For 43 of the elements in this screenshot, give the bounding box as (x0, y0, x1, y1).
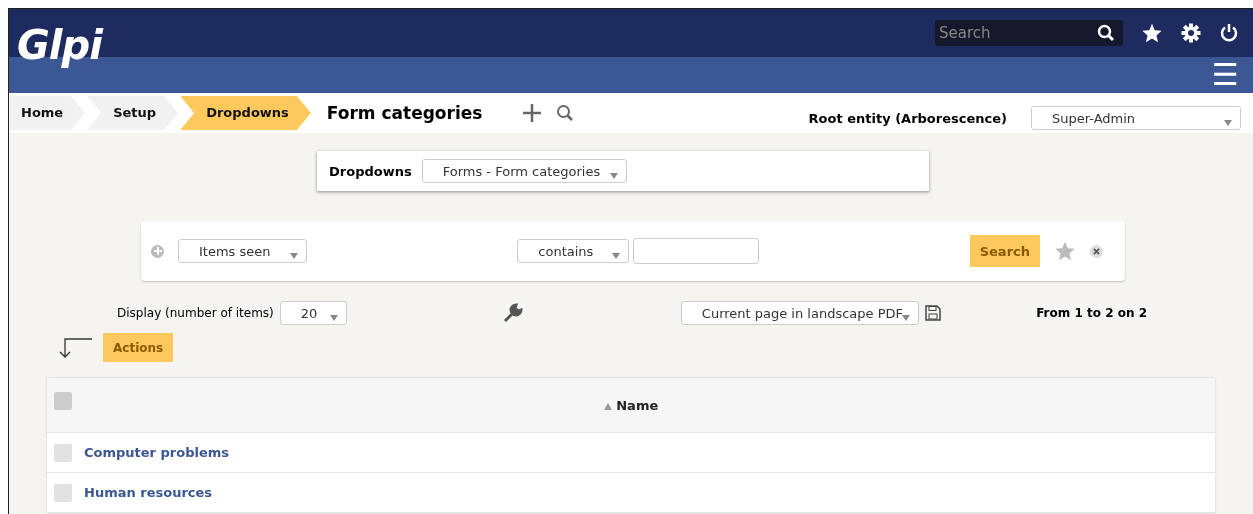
dropdown-label: Dropdowns (329, 163, 412, 179)
items-select[interactable]: 20 (279, 301, 347, 325)
profile-select[interactable]: Super-Admin (1031, 106, 1241, 130)
search-button[interactable]: Search (969, 235, 1040, 267)
export-select[interactable]: Current page in landscape PDF (680, 301, 919, 325)
settings-icon[interactable] (1181, 23, 1201, 43)
breadcrumb-item[interactable]: Setup (87, 96, 179, 130)
star-icon[interactable] (1141, 22, 1163, 44)
arrow-icon (57, 336, 93, 359)
breadcrumb-item[interactable]: Home (9, 96, 86, 130)
menu-icon[interactable]: ☰ (1212, 60, 1239, 90)
close-icon[interactable] (1090, 244, 1103, 258)
checkbox[interactable] (54, 443, 72, 462)
field-select[interactable]: Items seen (178, 239, 307, 263)
star-icon[interactable] (1054, 240, 1076, 262)
caret-icon (290, 253, 298, 259)
page-title: Form categories (326, 103, 483, 123)
glpi-logo[interactable]: Glpi (17, 21, 102, 69)
caret-icon (901, 315, 910, 321)
table-cell[interactable]: Human resources (84, 485, 213, 500)
caret-icon (612, 253, 621, 259)
save-icon[interactable] (924, 305, 941, 321)
caret-icon (329, 315, 338, 321)
checkbox[interactable] (54, 392, 72, 410)
caret-icon (610, 173, 619, 179)
pager-text: From 1 to 2 on 2 (1036, 306, 1147, 320)
operator-select[interactable]: contains (517, 239, 630, 263)
table-cell[interactable]: Computer problems (84, 445, 230, 460)
power-icon[interactable] (1219, 23, 1239, 43)
display-label: Display (number of items) (117, 306, 274, 320)
dropdown-select[interactable]: Forms - Form categories (421, 159, 628, 183)
caret-icon (1224, 120, 1232, 126)
entity-label[interactable]: Root entity (Arborescence) (808, 110, 1007, 126)
value-field[interactable] (633, 238, 760, 264)
column-header[interactable]: Name (603, 397, 659, 413)
wrench-icon[interactable] (502, 303, 523, 323)
add-icon[interactable] (522, 103, 543, 123)
actions-button[interactable]: Actions (103, 333, 174, 362)
checkbox[interactable] (54, 483, 72, 502)
breadcrumb-item[interactable]: Dropdowns (180, 96, 311, 130)
sort-icon (603, 402, 612, 410)
search-icon[interactable] (1097, 24, 1115, 42)
search-field[interactable]: Search (935, 20, 1123, 46)
